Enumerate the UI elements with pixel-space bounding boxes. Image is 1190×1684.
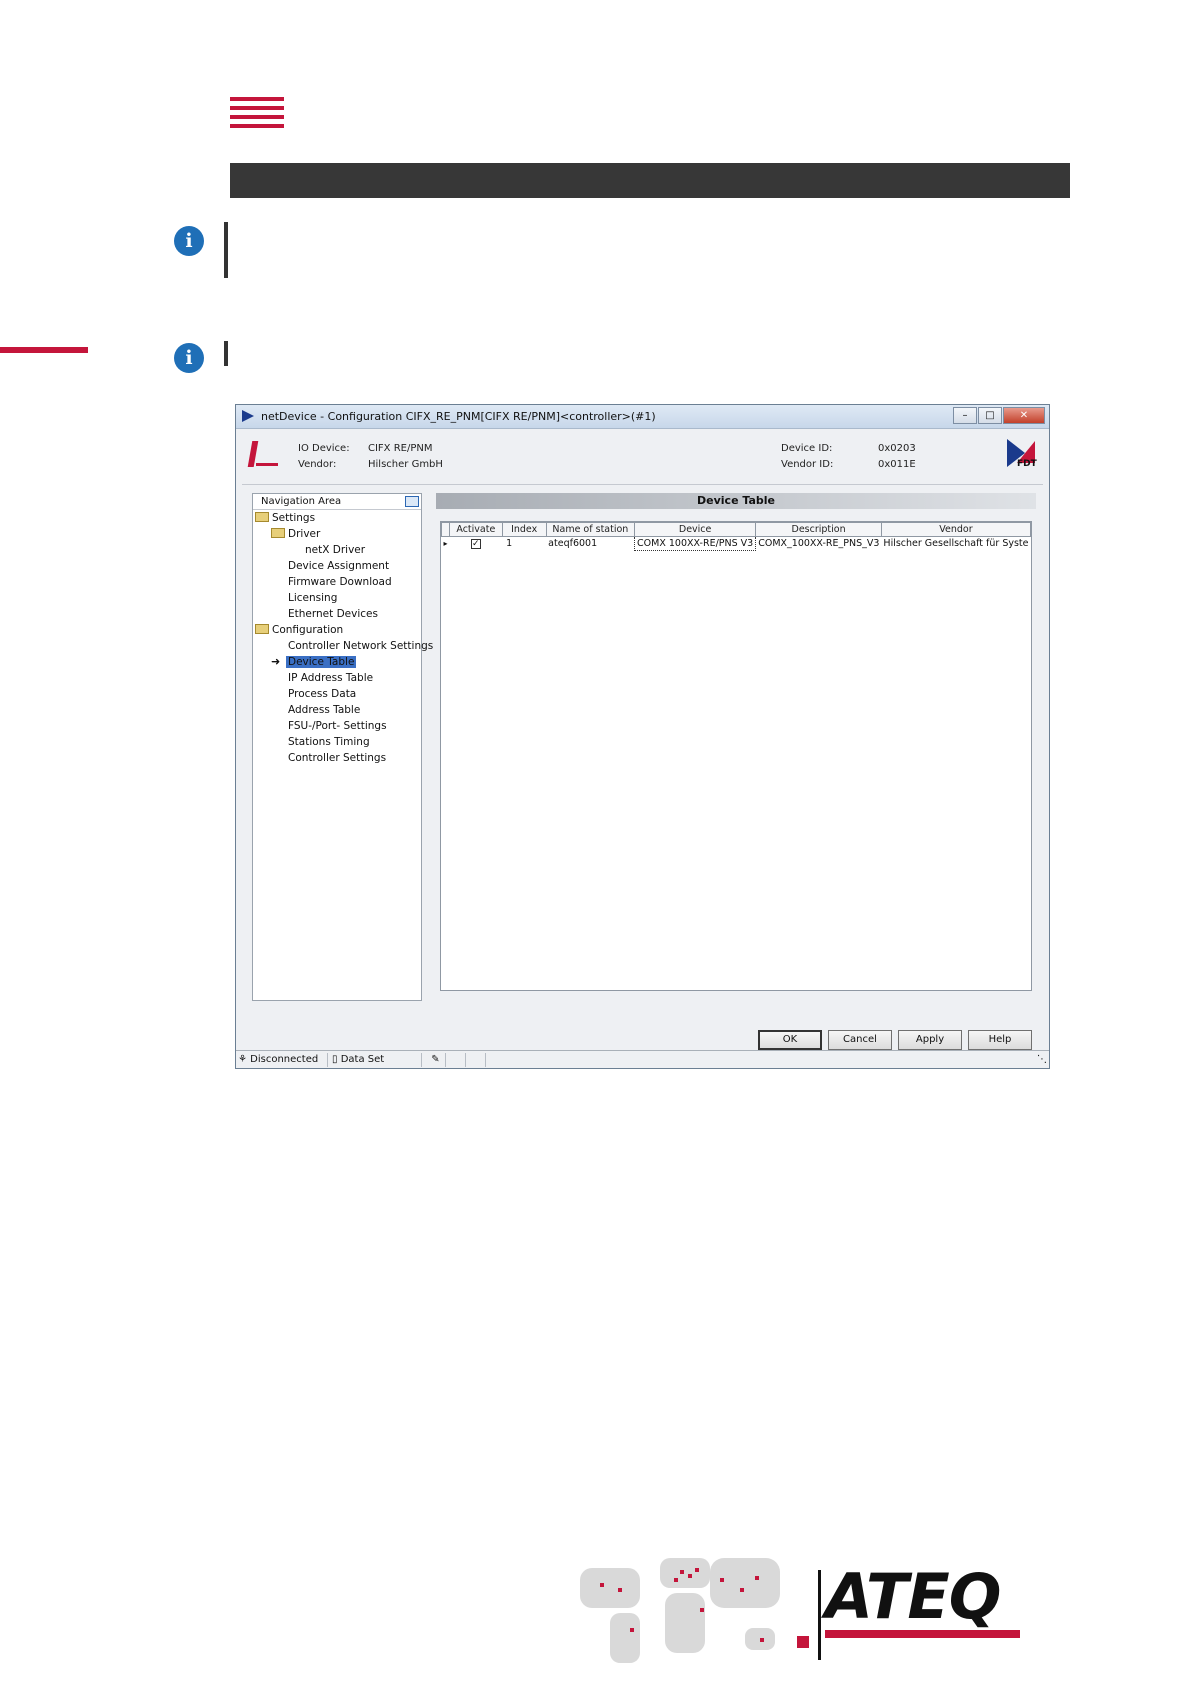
navigation-area-title: Navigation Area: [261, 496, 342, 507]
vendor-cell: Hilscher Gesellschaft für Syste: [883, 538, 1029, 550]
status-segment: [468, 1053, 486, 1067]
device-table-panel: Device Table Activate Index Name of stat…: [436, 493, 1036, 1001]
status-bar: ⚘ Disconnected ▯ Data Set ✎ ⋱: [236, 1050, 1049, 1068]
column-device[interactable]: Device: [634, 522, 757, 537]
device-cell[interactable]: COMX 100XX-RE/PNS V3: [634, 536, 757, 551]
table-row[interactable]: ▸ ✓ 1 ateqf6001 COMX 100XX-RE/PNS V3 COM…: [442, 536, 1031, 551]
activate-checkbox[interactable]: ✓: [470, 539, 481, 550]
vendor-label: Vendor:: [298, 459, 337, 470]
panel-title: Device Table: [436, 493, 1036, 509]
vendor-id-label: Vendor ID:: [781, 459, 834, 470]
folder-icon: [255, 512, 269, 522]
column-vendor[interactable]: Vendor: [880, 522, 1032, 537]
tree-item-licensing[interactable]: Licensing: [288, 592, 337, 604]
minimize-button[interactable]: –: [953, 407, 977, 424]
tree-item-ip-address-table[interactable]: IP Address Table: [288, 672, 373, 684]
tree-item-driver[interactable]: Driver: [271, 528, 320, 540]
fdt-logo: FDT: [1005, 439, 1039, 473]
maximize-button[interactable]: □: [978, 407, 1002, 424]
vendor-value: Hilscher GmbH: [368, 459, 443, 470]
info-icon: i: [174, 226, 204, 256]
ateq-logo: ATEQ: [825, 1566, 1025, 1638]
tree-item-ethernet-devices[interactable]: Ethernet Devices: [288, 608, 378, 620]
navigation-area: Navigation Area Settings Driver netX Dri…: [252, 493, 433, 1001]
device-id-label: Device ID:: [781, 443, 833, 454]
activate-checkbox-cell[interactable]: ✓: [450, 537, 503, 551]
row-header-column: [440, 522, 451, 537]
resize-grip-icon[interactable]: ⋱: [1033, 1053, 1047, 1067]
device-id-value: 0x0203: [878, 443, 916, 454]
status-segment: [448, 1053, 466, 1067]
connection-status: ⚘ Disconnected: [238, 1053, 328, 1067]
column-index[interactable]: Index: [501, 522, 547, 537]
vendor-id-value: 0x011E: [878, 459, 916, 470]
hilscher-logo: [247, 439, 278, 469]
description-cell: COMX_100XX-RE_PNS_V3: [758, 538, 880, 550]
title-bar[interactable]: netDevice - Configuration CIFX_RE_PNM[CI…: [236, 405, 1049, 429]
tree-item-controller-network-settings[interactable]: Controller Network Settings: [288, 640, 433, 652]
tree-item-stations-timing[interactable]: Stations Timing: [288, 736, 370, 748]
tree-item-process-data[interactable]: Process Data: [288, 688, 356, 700]
edit-pencil-icon[interactable]: ✎: [426, 1053, 446, 1067]
plug-icon: ⚘: [238, 1054, 247, 1065]
tree-item-firmware-download[interactable]: Firmware Download: [288, 576, 392, 588]
tree-item-device-assignment[interactable]: Device Assignment: [288, 560, 389, 572]
column-description[interactable]: Description: [755, 522, 882, 537]
io-device-value: CIFX RE/PNM: [368, 443, 433, 454]
navigation-toggle-button[interactable]: [405, 496, 419, 507]
tree-item-fsu-port-settings[interactable]: FSU-/Port- Settings: [288, 720, 387, 732]
device-table-grid: Activate Index Name of station Device De…: [440, 521, 1032, 991]
column-activate[interactable]: Activate: [449, 522, 503, 537]
arrow-right-icon: ➜: [271, 655, 281, 668]
database-icon: ▯: [332, 1054, 338, 1065]
menu-icon: [230, 97, 284, 137]
io-device-label: IO Device:: [298, 443, 350, 454]
netdevice-window: netDevice - Configuration CIFX_RE_PNM[CI…: [235, 404, 1050, 1069]
info-icon: i: [174, 343, 204, 373]
folder-icon: [255, 624, 269, 634]
data-set-status: ▯ Data Set: [332, 1053, 422, 1067]
section-header-bar: [230, 163, 1070, 198]
apply-button[interactable]: Apply: [898, 1030, 962, 1050]
cancel-button[interactable]: Cancel: [828, 1030, 892, 1050]
tree-item-configuration[interactable]: Configuration: [255, 624, 343, 636]
tree-item-device-table[interactable]: Device Table: [286, 656, 357, 668]
tree-item-netx-driver[interactable]: netX Driver: [305, 544, 365, 556]
tree-item-settings[interactable]: Settings: [255, 512, 315, 524]
world-map-icon: [580, 1558, 780, 1663]
folder-icon: [271, 528, 285, 538]
tree-item-controller-settings[interactable]: Controller Settings: [288, 752, 386, 764]
close-button[interactable]: ✕: [1003, 407, 1045, 424]
note-divider: [224, 341, 228, 366]
row-indicator-icon: ▸: [443, 539, 448, 549]
brand-dot: [797, 1636, 809, 1648]
side-accent-bar: [0, 347, 88, 353]
ok-button[interactable]: OK: [758, 1030, 822, 1050]
brand-separator: [818, 1570, 821, 1660]
station-name-cell[interactable]: ateqf6001: [546, 537, 634, 551]
note-divider: [224, 222, 228, 278]
tree-item-address-table[interactable]: Address Table: [288, 704, 360, 716]
app-icon: [242, 410, 254, 422]
device-header: IO Device: CIFX RE/PNM Vendor: Hilscher …: [242, 433, 1043, 485]
index-cell: 1: [506, 538, 513, 550]
window-title: netDevice - Configuration CIFX_RE_PNM[CI…: [261, 410, 656, 423]
column-name-of-station[interactable]: Name of station: [545, 522, 636, 537]
help-button[interactable]: Help: [968, 1030, 1032, 1050]
